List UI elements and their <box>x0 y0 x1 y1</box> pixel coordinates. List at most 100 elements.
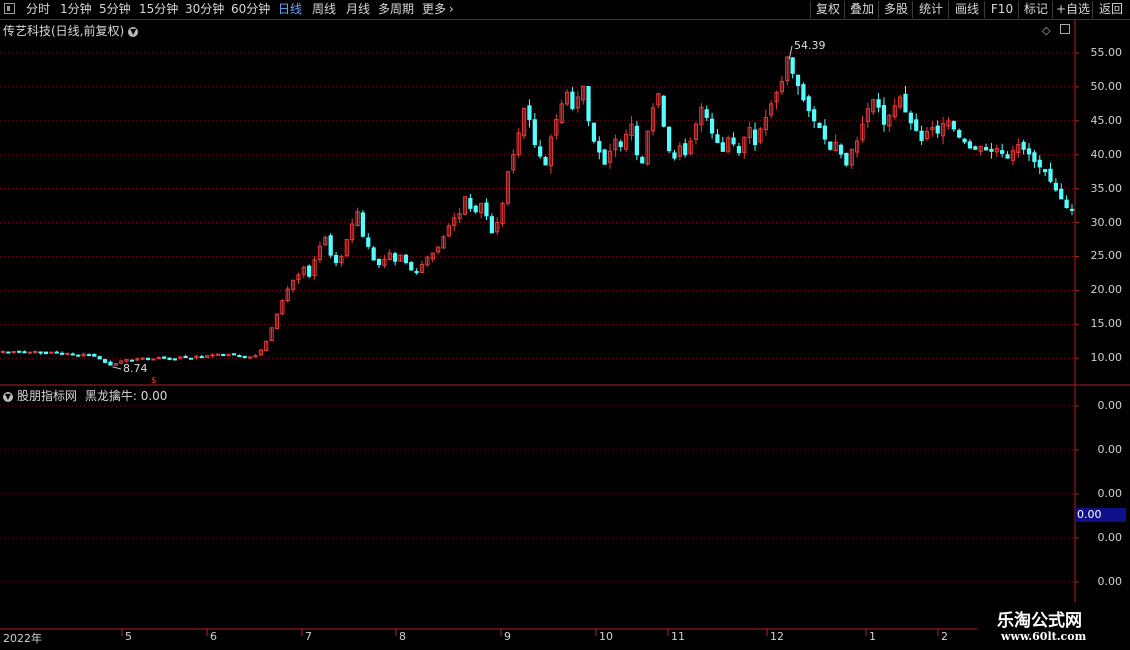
y-tick-label: 15.00 <box>1090 317 1123 331</box>
candle-body <box>1053 182 1058 191</box>
candle-body <box>919 130 924 141</box>
x-axis-month: 7 <box>305 630 312 643</box>
candle-body <box>903 93 908 113</box>
candle-body <box>376 258 382 266</box>
candle-body <box>54 351 59 354</box>
candle-body <box>1048 168 1053 182</box>
button-back[interactable]: 返回 <box>1092 1 1129 18</box>
candle-body <box>210 354 215 357</box>
x-axis-month: 6 <box>210 630 217 643</box>
candle-body <box>237 355 242 358</box>
layout-toggle-icon[interactable] <box>4 3 15 14</box>
candle-body <box>828 141 833 150</box>
candle-body <box>409 262 414 271</box>
button-f10[interactable]: F10 <box>984 1 1019 18</box>
candle-body <box>108 361 113 366</box>
candle-body <box>1021 141 1026 150</box>
x-axis-month: 10 <box>599 630 613 643</box>
period-tab-daily[interactable]: 日线 <box>278 1 302 18</box>
candle-body <box>973 146 978 150</box>
candle-body <box>97 356 102 360</box>
candle-body <box>183 355 188 359</box>
y-tick-label: 30.00 <box>1090 215 1123 229</box>
y-tick-label: 50.00 <box>1090 79 1123 93</box>
candle-body <box>366 237 371 247</box>
candle-body <box>532 119 537 146</box>
period-tab-weekly[interactable]: 周线 <box>312 1 336 18</box>
button-fuquan[interactable]: 复权 <box>810 1 845 18</box>
candle-body <box>1064 199 1069 209</box>
candle-body <box>618 141 623 148</box>
candle-body <box>102 359 108 363</box>
candle-body <box>908 112 913 124</box>
chevron-right-icon[interactable]: › <box>449 1 454 18</box>
period-tab-1min[interactable]: 1分钟 <box>60 1 92 18</box>
y-tick-label: 10.00 <box>1090 351 1123 365</box>
candle-body <box>597 141 602 153</box>
max-price-label: 54.39 <box>794 39 826 52</box>
button-draw-line[interactable]: 画线 <box>948 1 985 18</box>
candle-body <box>951 121 956 130</box>
button-add-watchlist[interactable]: +自选 <box>1052 1 1093 18</box>
period-tab-30min[interactable]: 30分钟 <box>185 1 224 18</box>
candle-body <box>414 270 419 274</box>
candle-body <box>935 125 940 134</box>
period-tab-more[interactable]: 更多 <box>422 1 446 18</box>
period-tab-multi[interactable]: 多周期 <box>378 1 414 18</box>
candle-body <box>1032 152 1037 163</box>
candle-body <box>167 357 172 361</box>
candle-body <box>0 350 6 353</box>
candle-body <box>1069 208 1075 211</box>
candle-body <box>989 148 994 152</box>
candle-body <box>231 353 237 356</box>
candle-body <box>683 143 688 156</box>
candle-body <box>661 95 666 127</box>
min-arrow <box>112 366 122 370</box>
candle-body <box>957 129 962 138</box>
period-tab-timeshare[interactable]: 分时 <box>26 1 50 18</box>
y-tick-label: 25.00 <box>1090 249 1123 263</box>
period-toolbar: 分时 1分钟 5分钟 15分钟 30分钟 60分钟 日线 周线 月线 多周期 更… <box>0 0 1130 20</box>
button-overlay[interactable]: 叠加 <box>844 1 879 18</box>
candle-body <box>129 359 135 362</box>
candle-body <box>1059 188 1064 200</box>
min-price-label: 8.74 <box>123 362 148 375</box>
candle-body <box>602 149 607 165</box>
candle-body <box>360 212 366 237</box>
candle-body <box>27 351 32 354</box>
x-axis-month: 1 <box>869 630 876 643</box>
candle-body <box>49 351 54 354</box>
candle-body <box>704 109 709 118</box>
candle-body <box>86 354 92 357</box>
button-statistics[interactable]: 统计 <box>912 1 949 18</box>
candle-body <box>59 352 65 355</box>
candle-body <box>242 355 247 359</box>
period-tab-monthly[interactable]: 月线 <box>346 1 370 18</box>
candle-body <box>333 255 339 264</box>
candle-body <box>135 358 140 361</box>
button-multi-stock[interactable]: 多股 <box>878 1 913 18</box>
x-axis-month: 12 <box>770 630 784 643</box>
y-tick-label: 55.00 <box>1090 45 1123 59</box>
indicator-tick-label: 0.00 <box>1097 443 1123 456</box>
candle-body <box>731 137 736 145</box>
candle-body <box>812 109 817 122</box>
candle-body <box>817 122 822 129</box>
candle-body <box>17 350 22 353</box>
candle-body <box>247 356 253 359</box>
candle-body <box>967 141 973 149</box>
candle-body <box>468 197 473 209</box>
x-axis-month: 8 <box>399 630 406 643</box>
candle-body <box>570 91 575 110</box>
candle-body <box>586 85 591 122</box>
candle-body <box>1026 148 1032 155</box>
candle-body <box>715 134 720 144</box>
x-axis-year: 2022年 <box>3 632 42 645</box>
candle-body <box>172 358 178 361</box>
period-tab-15min[interactable]: 15分钟 <box>139 1 178 18</box>
signal-marker: $ <box>151 376 157 386</box>
button-mark[interactable]: 标记 <box>1018 1 1053 18</box>
candle-body <box>634 125 639 156</box>
period-tab-5min[interactable]: 5分钟 <box>99 1 131 18</box>
period-tab-60min[interactable]: 60分钟 <box>231 1 270 18</box>
